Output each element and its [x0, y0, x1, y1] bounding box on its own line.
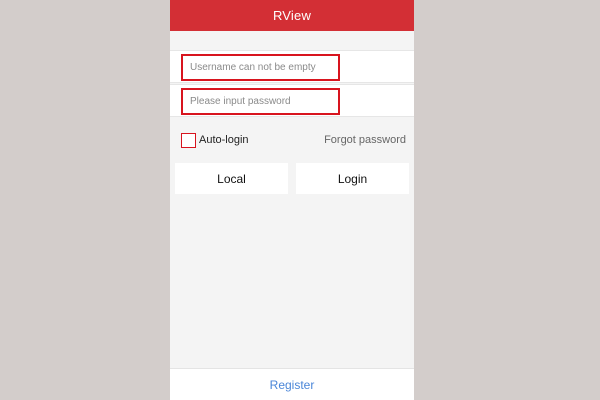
username-input[interactable] — [181, 54, 340, 81]
password-input[interactable] — [181, 88, 340, 115]
app-screen: RView Auto-login Forgot password Local L… — [170, 0, 414, 400]
login-options-row: Auto-login Forgot password — [170, 129, 414, 153]
local-button[interactable]: Local — [175, 163, 288, 194]
app-title: RView — [272, 8, 312, 23]
app-header: RView — [170, 0, 414, 31]
auto-login-label[interactable]: Auto-login — [199, 134, 249, 146]
forgot-password-link[interactable]: Forgot password — [324, 134, 406, 146]
password-row — [170, 84, 414, 117]
auto-login-checkbox[interactable] — [181, 133, 196, 148]
register-link[interactable]: Register — [270, 378, 315, 392]
footer-bar: Register — [170, 368, 414, 400]
login-button[interactable]: Login — [296, 163, 409, 194]
username-row — [170, 50, 414, 83]
